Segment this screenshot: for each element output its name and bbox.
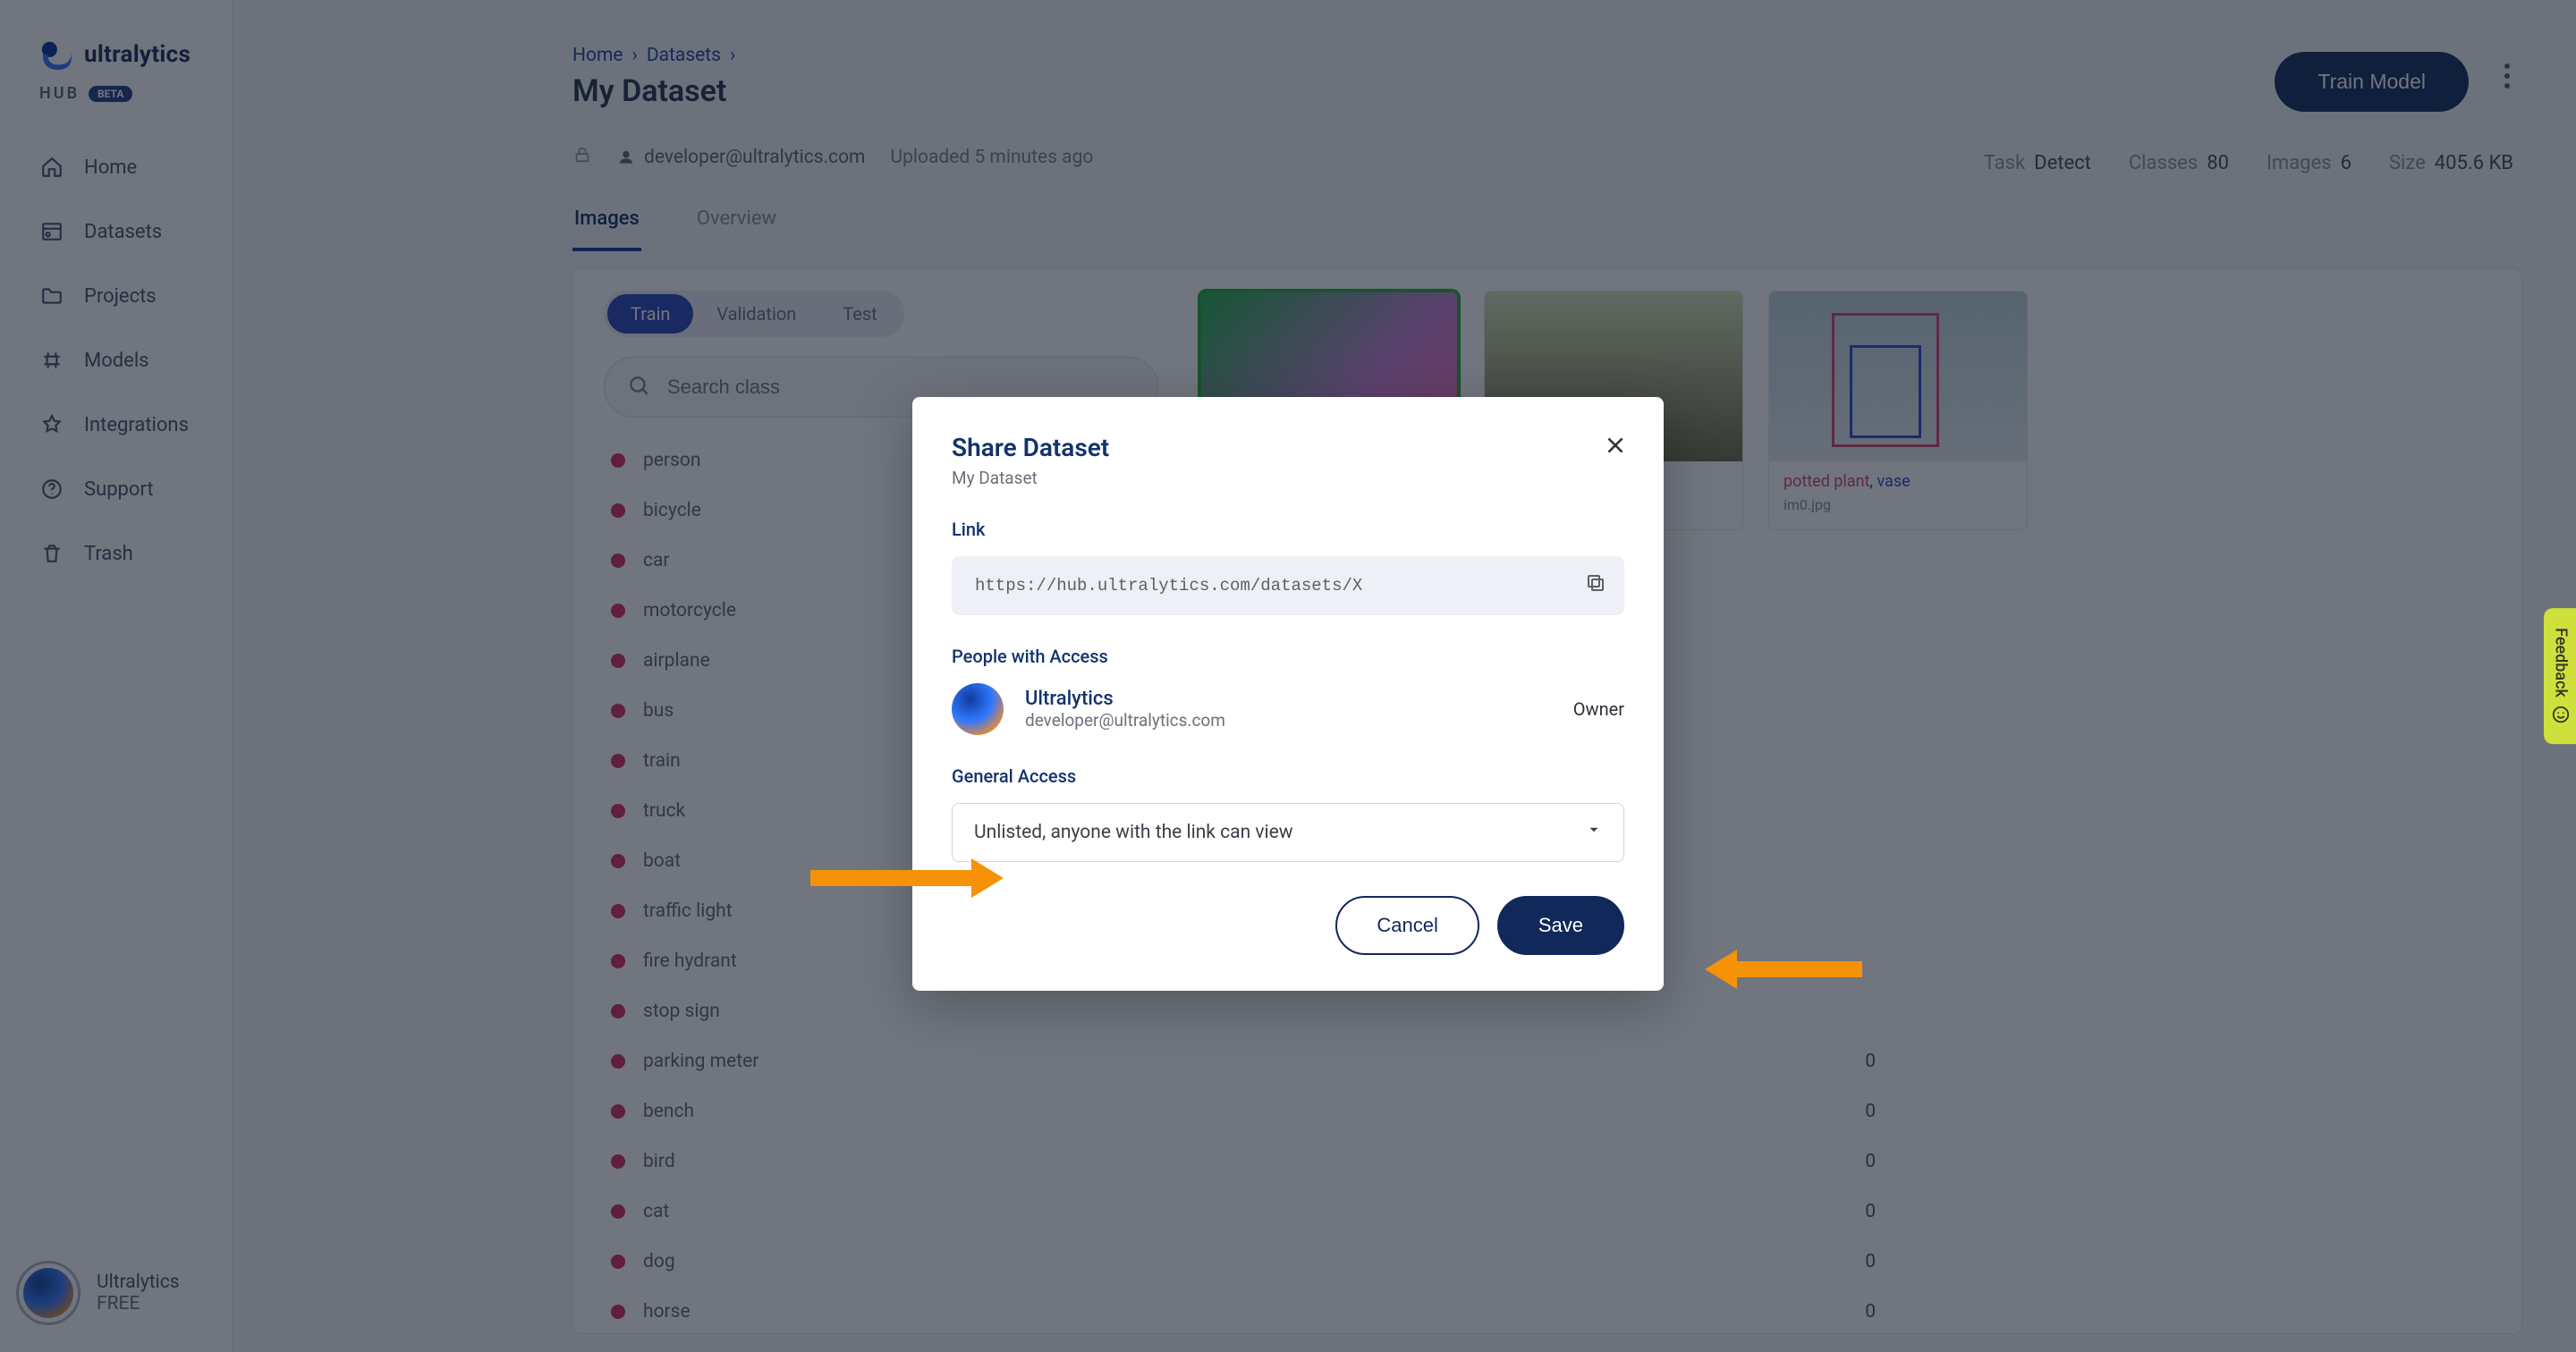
chevron-down-icon xyxy=(1586,822,1602,843)
people-section-label: People with Access xyxy=(952,646,1624,667)
org-name: Ultralytics xyxy=(1025,688,1225,710)
general-access-select[interactable]: Unlisted, anyone with the link can view xyxy=(952,803,1624,862)
access-person-row: Ultralytics developer@ultralytics.com Ow… xyxy=(952,683,1624,735)
access-role: Owner xyxy=(1573,698,1624,720)
feedback-button[interactable]: Feedback xyxy=(2544,608,2576,744)
org-avatar-icon xyxy=(952,683,1004,735)
modal-button-row: Cancel Save xyxy=(952,896,1624,955)
org-email: developer@ultralytics.com xyxy=(1025,710,1225,731)
copy-link-button[interactable] xyxy=(1585,572,1606,599)
link-section-label: Link xyxy=(952,519,1624,540)
feedback-label: Feedback xyxy=(2552,628,2571,697)
share-link-field[interactable]: https://hub.ultralytics.com/datasets/X xyxy=(952,556,1624,615)
copy-icon xyxy=(1585,572,1606,594)
general-access-label: General Access xyxy=(952,765,1624,787)
cancel-button[interactable]: Cancel xyxy=(1335,896,1479,955)
share-link-value: https://hub.ultralytics.com/datasets/X xyxy=(975,576,1362,596)
modal-close-button[interactable] xyxy=(1599,429,1631,461)
close-icon xyxy=(1604,434,1627,457)
share-dataset-modal: Share Dataset My Dataset Link https://hu… xyxy=(912,397,1664,991)
modal-title: Share Dataset xyxy=(952,433,1624,462)
general-access-value: Unlisted, anyone with the link can view xyxy=(974,822,1293,843)
modal-subtitle: My Dataset xyxy=(952,468,1624,488)
save-button[interactable]: Save xyxy=(1497,896,1624,955)
smile-icon xyxy=(2551,705,2571,724)
